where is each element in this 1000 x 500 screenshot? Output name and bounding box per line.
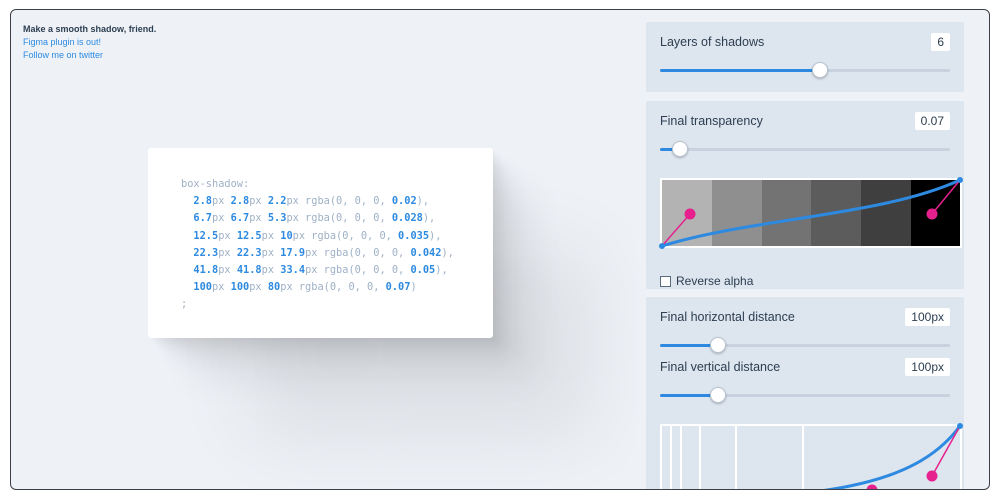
code-unit: px (249, 281, 268, 294)
layers-slider-fill (660, 69, 820, 72)
code-line-end: ), (429, 229, 442, 242)
layers-label: Layers of shadows (660, 35, 765, 49)
transparency-slider[interactable] (660, 141, 950, 157)
distance-handle-start[interactable] (866, 484, 878, 491)
code-line-end: ), (416, 195, 430, 208)
code-offset-x: 22.3 (193, 246, 219, 259)
code-blur: 10 (280, 229, 293, 242)
alpha-curve (661, 178, 961, 248)
code-blur: 5.3 (267, 212, 287, 225)
vertical-distance-slider[interactable] (660, 387, 950, 403)
code-rgba-prefix: px rgba(0, 0, 0, (305, 264, 411, 277)
code-offset-y: 41.8 (236, 264, 262, 277)
preview-card: box-shadow: 2.8px 2.8px 2.2px rgba(0, 0,… (148, 148, 493, 338)
code-alpha: 0.05 (410, 264, 436, 277)
code-unit: px (212, 281, 231, 294)
vertical-distance-value[interactable]: 100px (905, 358, 950, 376)
code-offset-y: 22.3 (236, 246, 262, 259)
alpha-handle-start[interactable] (684, 208, 696, 220)
code-offset-y: 6.7 (230, 212, 250, 225)
code-line-end: ), (441, 246, 454, 259)
distance-curve (823, 425, 962, 489)
code-unit: px (261, 264, 281, 277)
code-rgba-prefix: px rgba(0, 0, 0, (305, 246, 411, 259)
reverse-alpha-option[interactable]: Reverse alpha (660, 274, 753, 288)
code-line-end: ), (435, 264, 448, 277)
code-offset-x: 6.7 (193, 212, 213, 225)
distance-curve-editor[interactable] (660, 423, 963, 491)
figma-plugin-link[interactable]: Figma plugin is out! (23, 36, 156, 49)
code-unit: px (212, 212, 231, 225)
code-blur: 80 (267, 281, 281, 294)
code-unit: px (218, 246, 237, 259)
horizontal-distance-label: Final horizontal distance (660, 310, 795, 324)
code-offset-x: 100 (193, 281, 213, 294)
code-line-end: ), (422, 212, 436, 225)
code-offset-x: 41.8 (193, 264, 219, 277)
code-rgba-prefix: px rgba(0, 0, 0, (286, 195, 392, 208)
distance-curve-svg (823, 423, 963, 491)
code-offset-x: 2.8 (193, 195, 213, 208)
alpha-anchor-start[interactable] (659, 243, 665, 249)
alpha-curve-editor[interactable] (659, 177, 963, 249)
code-offset-y: 12.5 (236, 229, 262, 242)
code-alpha: 0.02 (391, 195, 417, 208)
css-code[interactable]: box-shadow: 2.8px 2.8px 2.2px rgba(0, 0,… (181, 176, 454, 314)
alpha-handle-end[interactable] (926, 208, 938, 220)
code-unit: px (249, 195, 268, 208)
code-unit: px (218, 264, 237, 277)
code-unit: px (261, 229, 281, 242)
transparency-value[interactable]: 0.07 (914, 112, 950, 130)
code-property: box-shadow: (181, 178, 250, 190)
header-links: Make a smooth shadow, friend. Figma plug… (23, 23, 156, 62)
code-blur: 33.4 (280, 264, 306, 277)
transparency-slider-thumb[interactable] (672, 141, 689, 157)
code-blur: 2.2 (267, 195, 287, 208)
transparency-label: Final transparency (660, 114, 763, 128)
vertical-distance-label: Final vertical distance (660, 360, 781, 374)
reverse-alpha-label: Reverse alpha (676, 274, 754, 288)
reverse-alpha-checkbox[interactable] (660, 275, 671, 287)
code-unit: px (218, 229, 237, 242)
code-unit: px (212, 195, 231, 208)
layers-value[interactable]: 6 (931, 33, 950, 51)
app-frame: Make a smooth shadow, friend. Figma plug… (10, 9, 990, 490)
code-unit: px (261, 246, 281, 259)
code-line: 12.5px 12.5px 10px rgba(0, 0, 0, 0.035), (193, 230, 441, 242)
vertical-slider-thumb[interactable] (710, 387, 726, 403)
code-offset-x: 12.5 (193, 229, 219, 242)
code-line: 6.7px 6.7px 5.3px rgba(0, 0, 0, 0.028), (193, 212, 435, 224)
code-unit: px (249, 212, 268, 225)
code-line: 2.8px 2.8px 2.2px rgba(0, 0, 0, 0.02), (193, 195, 429, 207)
code-offset-y: 100 (230, 281, 250, 294)
code-rgba-prefix: px rgba(0, 0, 0, (280, 281, 386, 294)
distance-handle-end[interactable] (926, 470, 938, 482)
alpha-curve-svg (659, 177, 963, 249)
code-line: 41.8px 41.8px 33.4px rgba(0, 0, 0, 0.05)… (193, 264, 447, 276)
layers-slider[interactable] (660, 62, 950, 78)
horizontal-distance-value[interactable]: 100px (905, 308, 950, 326)
distance-anchor-end[interactable] (957, 423, 963, 429)
transparency-panel: Final transparency 0.07 Reverse alpha (646, 101, 964, 289)
code-alpha: 0.07 (385, 281, 411, 294)
code-blur: 17.9 (280, 246, 306, 259)
distance-panel: Final horizontal distance 100px Final ve… (646, 297, 964, 491)
horizontal-distance-slider[interactable] (660, 337, 950, 353)
horizontal-slider-thumb[interactable] (710, 337, 726, 353)
layers-panel: Layers of shadows 6 (646, 22, 964, 92)
code-line: 22.3px 22.3px 17.9px rgba(0, 0, 0, 0.042… (193, 247, 453, 259)
alpha-anchor-end[interactable] (957, 177, 963, 183)
code-line-end: ) (410, 281, 417, 294)
code-terminator: ; (181, 298, 188, 311)
code-alpha: 0.042 (410, 246, 442, 259)
code-line: 100px 100px 80px rgba(0, 0, 0, 0.07) (193, 281, 416, 293)
code-rgba-prefix: px rgba(0, 0, 0, (292, 229, 399, 242)
code-offset-y: 2.8 (230, 195, 250, 208)
code-alpha: 0.028 (391, 212, 423, 225)
twitter-link[interactable]: Follow me on twitter (23, 49, 156, 62)
code-alpha: 0.035 (398, 229, 430, 242)
layers-slider-thumb[interactable] (811, 62, 828, 78)
code-rgba-prefix: px rgba(0, 0, 0, (286, 212, 392, 225)
tagline: Make a smooth shadow, friend. (23, 24, 157, 34)
